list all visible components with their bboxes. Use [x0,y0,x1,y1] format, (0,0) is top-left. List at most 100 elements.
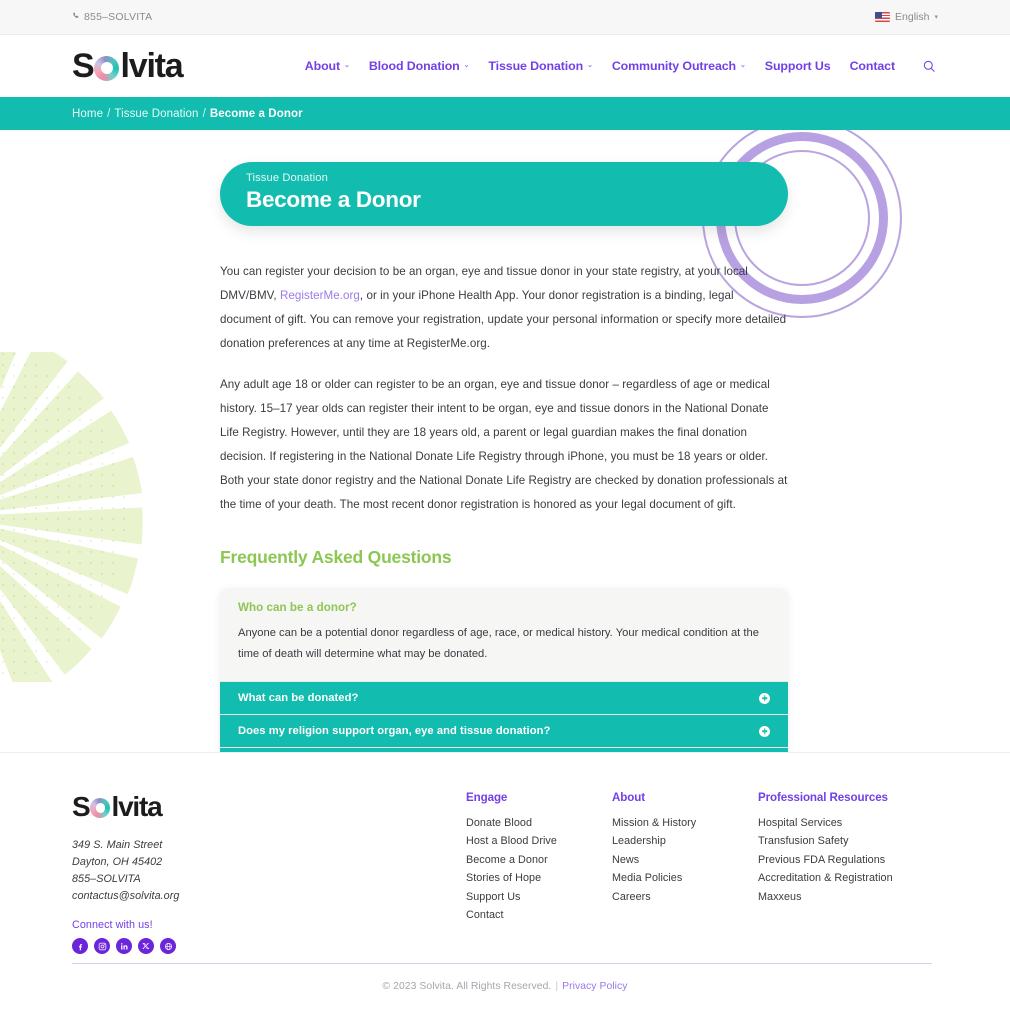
search-icon[interactable] [920,57,938,75]
footer-link-previous-fda-regulations[interactable]: Previous FDA Regulations [758,851,938,869]
faq-item-open[interactable]: Who can be a donor? Anyone can be a pote… [220,588,788,681]
footer-link-support-us[interactable]: Support Us [466,888,612,906]
intro-paragraph-2: Any adult age 18 or older can register t… [220,378,788,511]
footer-column-heading: Professional Resources [758,791,888,804]
footer-copyright-bar: © 2023 Solvita. All Rights Reserved. | Pri… [0,981,1010,992]
footer-link-contact[interactable]: Contact [466,906,612,924]
logo-text-after: lvita [120,46,183,85]
registerme-link[interactable]: RegisterMe.org [280,289,360,302]
chevron-down-icon: ▾ [934,13,938,21]
hero-card: Tissue Donation Become a Donor [220,162,788,226]
social-links [72,938,460,954]
breadcrumb-bar: Home / Tissue Donation / Become a Donor [0,97,1010,130]
footer-link-careers[interactable]: Careers [612,888,758,906]
breadcrumb-separator: / [107,107,111,120]
chevron-down-icon: ⌄ [740,62,746,69]
plus-circle-icon[interactable] [759,692,770,704]
faq-question: Does my religion support organ, eye and … [238,725,551,737]
nav-item-support-us[interactable]: Support Us [765,59,831,73]
footer-link-transfusion-safety[interactable]: Transfusion Safety [758,832,938,850]
main-navigation: About ⌄ Blood Donation ⌄ Tissue Donation… [305,57,938,75]
footer-address: 349 S. Main Street Dayton, OH 45402 855–… [72,837,460,905]
copyright-separator: | [555,981,559,992]
site-footer: S lvita 349 S. Main Street Dayton, OH 45… [0,752,1010,1024]
footer-link-columns: Engage Donate Blood Host a Blood Drive B… [466,791,938,924]
footer-brand-block: S lvita 349 S. Main Street Dayton, OH 45… [72,791,460,954]
footer-link-maxxeus[interactable]: Maxxeus [758,888,938,906]
footer-link-accreditation-registration[interactable]: Accreditation & Registration [758,869,938,887]
footer-divider [72,963,932,964]
address-line-1: 349 S. Main Street [72,839,163,851]
footer-link-hospital-services[interactable]: Hospital Services [758,814,938,832]
phone-link[interactable]: 855–SOLVITA [72,11,152,23]
privacy-policy-link[interactable]: Privacy Policy [562,981,627,992]
nav-item-about[interactable]: About ⌄ [305,59,350,73]
logo-text-before: S [72,46,95,85]
site-logo[interactable]: S lvita [72,46,184,86]
solvita-ring-icon [90,798,111,818]
faq-answer: Anyone can be a potential donor regardle… [238,627,759,660]
nav-item-tissue-donation[interactable]: Tissue Donation ⌄ [488,59,593,73]
breadcrumb-separator: / [202,107,206,120]
nav-label: About [304,59,341,73]
nav-label: Tissue Donation [488,59,584,73]
faq-question: Who can be a donor? [238,601,357,614]
faq-item-what-can-be-donated[interactable]: What can be donated? [220,681,788,714]
language-switcher[interactable]: English ▾ [875,11,938,23]
breadcrumb-current: Become a Donor [209,107,303,120]
page-root: 855–SOLVITA English ▾ S lvita About ⌄ Bl… [0,0,1010,1024]
logo-text-after: lvita [111,791,162,822]
nav-label: Contact [849,59,896,73]
instagram-icon[interactable] [94,938,110,954]
breadcrumb-tissue-donation[interactable]: Tissue Donation [114,108,198,120]
top-utility-bar: 855–SOLVITA English ▾ [0,0,1010,35]
footer-link-mission-history[interactable]: Mission & History [612,814,758,832]
copyright-text: © 2023 Solvita. All Rights Reserved. [382,981,552,992]
faq-question: What can be donated? [238,692,359,704]
site-header: S lvita About ⌄ Blood Donation ⌄ Tissue … [0,35,1010,97]
plus-circle-icon[interactable] [759,725,770,737]
website-globe-icon[interactable] [160,938,176,954]
footer-column-heading: About [612,791,645,804]
phone-icon [72,12,80,22]
footer-phone: 855–SOLVITA [72,873,141,885]
page-title: Become a Donor [246,187,421,212]
footer-link-become-a-donor[interactable]: Become a Donor [466,851,612,869]
footer-column-about: About Mission & History Leadership News … [612,791,758,924]
nav-label: Blood Donation [368,59,460,73]
nav-item-blood-donation[interactable]: Blood Donation ⌄ [369,59,470,73]
footer-logo[interactable]: S lvita [72,791,163,823]
footer-link-host-a-blood-drive[interactable]: Host a Blood Drive [466,832,612,850]
nav-label: Community Outreach [611,59,737,73]
footer-link-donate-blood[interactable]: Donate Blood [466,814,612,832]
chevron-down-icon: ⌄ [587,62,593,69]
breadcrumb-home[interactable]: Home [72,108,103,120]
intro-paragraph-1: You can register your decision to be an … [220,260,788,356]
nav-label: Support Us [764,59,831,73]
faq-item-religion-support[interactable]: Does my religion support organ, eye and … [220,714,788,747]
footer-link-news[interactable]: News [612,851,758,869]
solvita-ring-icon [94,55,120,81]
us-flag-icon [875,12,891,22]
nav-item-contact[interactable]: Contact [849,59,896,73]
language-label: English [895,11,930,23]
connect-label: Connect with us! [72,919,153,931]
hero-eyebrow: Tissue Donation [246,172,328,184]
phone-number: 855–SOLVITA [84,11,153,23]
address-line-2: Dayton, OH 45402 [72,856,163,868]
breadcrumb: Home / Tissue Donation / Become a Donor [72,108,303,120]
footer-link-leadership[interactable]: Leadership [612,832,758,850]
footer-link-stories-of-hope[interactable]: Stories of Hope [466,869,612,887]
footer-email[interactable]: contactus@solvita.org [72,888,460,905]
x-twitter-icon[interactable] [138,938,154,954]
logo-text-before: S [72,791,91,822]
footer-column-professional-resources: Professional Resources Hospital Services… [758,791,938,924]
nav-item-community-outreach[interactable]: Community Outreach ⌄ [612,59,746,73]
facebook-icon[interactable] [72,938,88,954]
footer-column-engage: Engage Donate Blood Host a Blood Drive B… [466,791,612,924]
main-content: Tissue Donation Become a Donor You can r… [0,162,1010,846]
chevron-down-icon: ⌄ [344,62,350,69]
footer-link-media-policies[interactable]: Media Policies [612,869,758,887]
linkedin-icon[interactable] [116,938,132,954]
chevron-down-icon: ⌄ [463,62,470,69]
